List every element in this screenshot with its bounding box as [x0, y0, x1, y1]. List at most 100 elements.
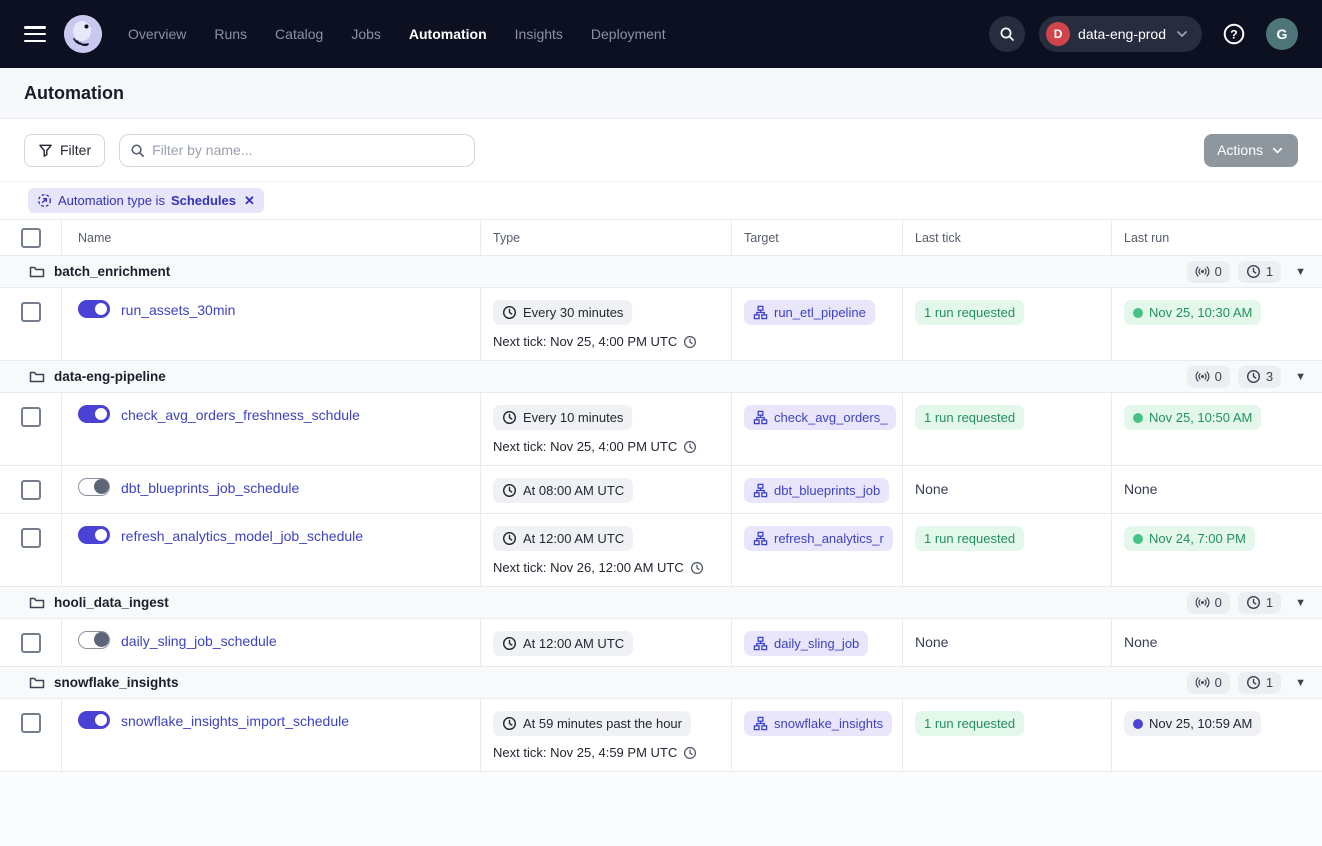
- group-row-batch_enrichment[interactable]: batch_enrichment 0 1 ▼: [0, 256, 1322, 288]
- filter-tag-value: Schedules: [171, 193, 236, 208]
- schedule-toggle[interactable]: [78, 711, 110, 729]
- schedule-toggle[interactable]: [78, 300, 110, 318]
- row-checkbox[interactable]: [21, 302, 41, 322]
- target-link[interactable]: daily_sling_job: [744, 631, 868, 656]
- last-run-link[interactable]: Nov 25, 10:50 AM: [1124, 405, 1261, 430]
- top-nav: Overview Runs Catalog Jobs Automation In…: [0, 0, 1322, 68]
- collapse-group-icon[interactable]: ▼: [1295, 266, 1306, 278]
- last-run-link[interactable]: Nov 24, 7:00 PM: [1124, 526, 1255, 551]
- schedule-toggle[interactable]: [78, 526, 110, 544]
- last-run-link[interactable]: Nov 25, 10:30 AM: [1124, 300, 1261, 325]
- last-run-none: None: [1124, 481, 1157, 497]
- filter-button[interactable]: Filter: [24, 134, 105, 167]
- schedule-link[interactable]: daily_sling_job_schedule: [121, 633, 277, 649]
- automations-table: Name Type Target Last tick Last run batc…: [0, 220, 1322, 772]
- last-tick-status[interactable]: 1 run requested: [915, 300, 1024, 325]
- clock-icon: [502, 636, 517, 651]
- table-row: check_avg_orders_freshness_schdule Every…: [0, 393, 1322, 466]
- select-all-checkbox[interactable]: [21, 228, 41, 248]
- page-title: Automation: [24, 83, 124, 104]
- filter-tag-automation-type[interactable]: Automation type is Schedules ✕: [28, 188, 264, 213]
- collapse-group-icon[interactable]: ▼: [1295, 677, 1306, 689]
- help-icon: [1223, 23, 1245, 45]
- search-button[interactable]: [989, 16, 1025, 52]
- sensor-icon: [1195, 595, 1210, 610]
- user-avatar[interactable]: G: [1266, 18, 1298, 50]
- row-checkbox[interactable]: [21, 633, 41, 653]
- group-row-hooli_data_ingest[interactable]: hooli_data_ingest 0 1 ▼: [0, 587, 1322, 619]
- chevron-down-icon: [1270, 143, 1285, 158]
- target-link[interactable]: check_avg_orders_: [744, 405, 896, 430]
- schedule-count-badge: 1: [1238, 592, 1281, 614]
- name-filter-input[interactable]: [152, 142, 464, 158]
- nav-item-catalog[interactable]: Catalog: [275, 26, 323, 42]
- schedule-link[interactable]: dbt_blueprints_job_schedule: [121, 480, 299, 496]
- sensor-icon: [1195, 369, 1210, 384]
- row-checkbox[interactable]: [21, 528, 41, 548]
- next-tick-text: Next tick: Nov 25, 4:00 PM UTC: [493, 334, 731, 349]
- nav-item-jobs[interactable]: Jobs: [351, 26, 381, 42]
- automation-type-icon: [37, 193, 52, 208]
- collapse-group-icon[interactable]: ▼: [1295, 371, 1306, 383]
- run-success-dot: [1133, 534, 1143, 544]
- schedule-link[interactable]: refresh_analytics_model_job_schedule: [121, 528, 363, 544]
- target-link[interactable]: run_etl_pipeline: [744, 300, 875, 325]
- last-tick-status[interactable]: 1 run requested: [915, 405, 1024, 430]
- menu-icon[interactable]: [24, 26, 46, 42]
- run-success-dot: [1133, 308, 1143, 318]
- clock-icon: [683, 335, 697, 349]
- last-tick-status[interactable]: 1 run requested: [915, 526, 1024, 551]
- job-graph-icon: [753, 305, 768, 320]
- clock-icon: [683, 746, 697, 760]
- clock-icon: [1246, 369, 1261, 384]
- filter-tag-prefix: Automation type is: [58, 193, 165, 208]
- sensor-icon: [1195, 264, 1210, 279]
- nav-item-insights[interactable]: Insights: [515, 26, 563, 42]
- next-tick-text: Next tick: Nov 25, 4:59 PM UTC: [493, 745, 731, 760]
- next-tick-text: Next tick: Nov 26, 12:00 AM UTC: [493, 560, 731, 575]
- nav-item-deployment[interactable]: Deployment: [591, 26, 666, 42]
- nav-item-overview[interactable]: Overview: [128, 26, 186, 42]
- group-row-snowflake_insights[interactable]: snowflake_insights 0 1 ▼: [0, 667, 1322, 699]
- schedule-link[interactable]: snowflake_insights_import_schedule: [121, 713, 349, 729]
- target-link[interactable]: refresh_analytics_r: [744, 526, 893, 551]
- schedule-toggle[interactable]: [78, 405, 110, 423]
- group-name: data-eng-pipeline: [54, 369, 166, 384]
- funnel-icon: [38, 143, 53, 158]
- nav-item-automation[interactable]: Automation: [409, 26, 487, 42]
- help-button[interactable]: [1216, 16, 1252, 52]
- workspace-switcher[interactable]: D data-eng-prod: [1039, 16, 1202, 52]
- clock-icon: [502, 531, 517, 546]
- folder-icon: [29, 264, 45, 280]
- group-row-data-eng-pipeline[interactable]: data-eng-pipeline 0 3 ▼: [0, 361, 1322, 393]
- chevron-down-icon: [1174, 26, 1190, 42]
- folder-icon: [29, 675, 45, 691]
- clock-icon: [1246, 595, 1261, 610]
- schedule-link[interactable]: check_avg_orders_freshness_schdule: [121, 407, 360, 423]
- clock-icon: [1246, 675, 1261, 690]
- last-run-link[interactable]: Nov 25, 10:59 AM: [1124, 711, 1261, 736]
- row-checkbox[interactable]: [21, 480, 41, 500]
- row-checkbox[interactable]: [21, 407, 41, 427]
- group-name: hooli_data_ingest: [54, 595, 169, 610]
- schedule-interval-pill: At 08:00 AM UTC: [493, 478, 633, 503]
- table-row: run_assets_30min Every 30 minutes Next t…: [0, 288, 1322, 361]
- schedule-link[interactable]: run_assets_30min: [121, 302, 235, 318]
- target-link[interactable]: snowflake_insights: [744, 711, 892, 736]
- table-row: snowflake_insights_import_schedule At 59…: [0, 699, 1322, 772]
- sensor-icon: [1195, 675, 1210, 690]
- close-icon[interactable]: ✕: [244, 193, 255, 209]
- last-tick-status[interactable]: 1 run requested: [915, 711, 1024, 736]
- actions-button[interactable]: Actions: [1204, 134, 1298, 167]
- schedule-toggle[interactable]: [78, 631, 110, 649]
- dagster-logo-icon[interactable]: [64, 15, 102, 53]
- sensor-count-badge: 0: [1187, 366, 1230, 388]
- job-graph-icon: [753, 716, 768, 731]
- clock-icon: [502, 305, 517, 320]
- job-graph-icon: [753, 636, 768, 651]
- collapse-group-icon[interactable]: ▼: [1295, 597, 1306, 609]
- schedule-toggle[interactable]: [78, 478, 110, 496]
- row-checkbox[interactable]: [21, 713, 41, 733]
- nav-item-runs[interactable]: Runs: [214, 26, 247, 42]
- target-link[interactable]: dbt_blueprints_job: [744, 478, 889, 503]
